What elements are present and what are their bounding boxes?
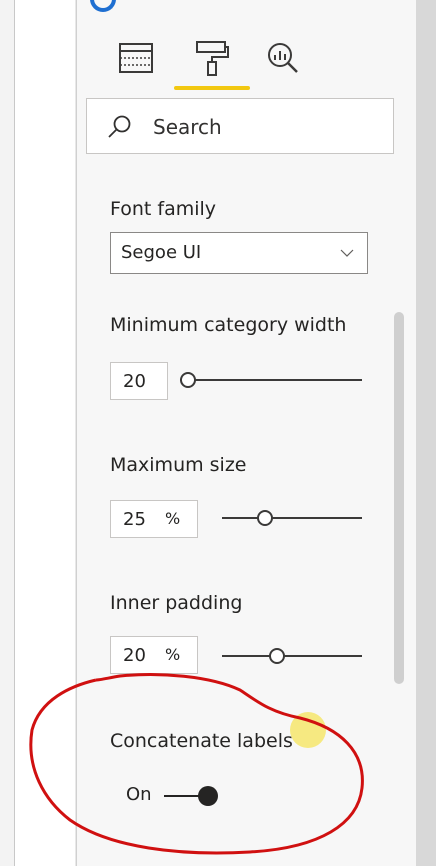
search-input[interactable]: Search (86, 98, 394, 154)
concatenate-labels-state: On (126, 784, 152, 805)
slider-thumb[interactable] (180, 372, 196, 388)
chevron-down-icon (340, 249, 354, 257)
fields-tab[interactable] (116, 38, 156, 78)
font-family-value: Segoe UI (121, 242, 202, 263)
font-family-dropdown[interactable]: Segoe UI (110, 232, 368, 274)
inner-padding-label: Inner padding (110, 592, 243, 614)
inner-padding-slider[interactable] (222, 646, 362, 666)
search-placeholder: Search (153, 115, 222, 139)
min-category-width-input[interactable]: 20 (110, 362, 168, 400)
maximum-size-input[interactable]: 25 % (110, 500, 198, 538)
maximum-size-unit: % (165, 509, 181, 528)
paint-roller-icon (196, 41, 229, 76)
font-family-label: Font family (110, 198, 217, 220)
analytics-tab[interactable] (262, 38, 302, 78)
toggle-knob (198, 786, 218, 806)
format-tab[interactable] (192, 38, 232, 78)
inner-padding-value: 20 (123, 645, 146, 666)
search-icon (108, 115, 131, 138)
inner-padding-input[interactable]: 20 % (110, 636, 198, 674)
min-category-width-value: 20 (123, 371, 146, 392)
cursor-highlight (290, 712, 326, 748)
min-category-width-label: Minimum category width (110, 314, 347, 336)
slider-thumb[interactable] (256, 510, 273, 526)
scrollbar[interactable] (394, 312, 404, 684)
min-category-width-slider[interactable] (180, 370, 362, 390)
analytics-magnifier-icon (268, 43, 298, 73)
table-icon (119, 43, 153, 73)
inner-padding-unit: % (165, 645, 181, 664)
right-window-edge (416, 0, 436, 866)
concatenate-labels-toggle[interactable] (164, 786, 222, 806)
maximum-size-value: 25 (123, 509, 146, 530)
active-tab-indicator (174, 86, 250, 90)
canvas-area (15, 0, 75, 866)
slider-thumb[interactable] (269, 648, 286, 664)
concatenate-labels-label: Concatenate labels (110, 730, 293, 752)
slider-track (180, 379, 362, 381)
left-window-edge (0, 0, 15, 866)
slider-track (222, 517, 362, 519)
maximum-size-label: Maximum size (110, 454, 247, 476)
maximum-size-slider[interactable] (222, 508, 362, 528)
slider-track (222, 655, 362, 657)
